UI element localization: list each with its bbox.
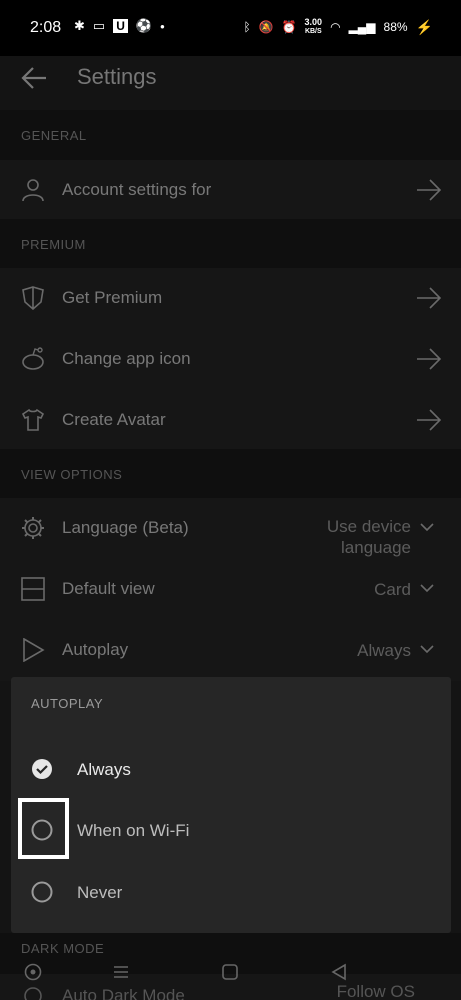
option-always-label: Always bbox=[77, 760, 131, 779]
status-time: 2:08 bbox=[30, 19, 62, 36]
default-view-label: Default view bbox=[62, 579, 155, 598]
radio-unchecked-icon bbox=[31, 881, 53, 903]
notification-icons: ✱ ▭ U ⚽ • bbox=[74, 18, 165, 34]
section-general: GENERAL bbox=[0, 110, 461, 162]
chevron-down-icon bbox=[420, 584, 434, 593]
app-u-icon: U bbox=[113, 19, 128, 33]
language-row[interactable]: Language (Beta) Use device language bbox=[0, 498, 461, 559]
arrow-right-icon bbox=[417, 348, 442, 370]
shield-icon bbox=[22, 286, 44, 310]
option-always[interactable]: Always bbox=[11, 739, 451, 800]
battery-level: 88% bbox=[383, 20, 408, 34]
nav-home-dot-icon[interactable] bbox=[24, 963, 42, 981]
chevron-down-icon bbox=[420, 523, 434, 532]
back-arrow-icon bbox=[21, 67, 46, 89]
page-title: Settings bbox=[77, 64, 157, 89]
default-view-value: Card bbox=[374, 580, 411, 599]
account-settings-label: Account settings for bbox=[62, 180, 212, 199]
arrow-right-icon bbox=[417, 409, 442, 431]
signal-icon: ▂▄▆ bbox=[348, 20, 376, 34]
autoplay-label: Autoplay bbox=[62, 640, 129, 659]
gear-icon bbox=[22, 517, 44, 539]
option-when-on-wifi-label: When on Wi-Fi bbox=[77, 821, 190, 840]
back-button[interactable] bbox=[18, 64, 54, 100]
language-label: Language (Beta) bbox=[62, 518, 189, 537]
network-speed: 3.00 KB/S bbox=[304, 17, 323, 36]
autoplay-row[interactable]: Autoplay Always bbox=[0, 620, 461, 681]
option-when-on-wifi[interactable]: When on Wi-Fi bbox=[11, 800, 451, 861]
default-view-row[interactable]: Default view Card bbox=[0, 559, 461, 620]
charging-icon: ⚡ bbox=[415, 18, 433, 35]
create-avatar-label: Create Avatar bbox=[62, 410, 166, 429]
slack-icon: ✱ bbox=[74, 18, 85, 33]
get-premium-row[interactable]: Get Premium bbox=[0, 268, 461, 329]
play-icon bbox=[23, 638, 45, 662]
section-premium: PREMIUM bbox=[0, 219, 461, 271]
section-dark-mode-label: DARK MODE bbox=[21, 941, 105, 956]
dot-icon: • bbox=[160, 18, 165, 34]
status-bar: 2:08 ✱ ▭ U ⚽ • ᛒ 🔕 ⏰ 3.00 KB/S ◠ ▂▄▆ 88%… bbox=[0, 0, 461, 56]
soccer-icon: ⚽ bbox=[135, 18, 153, 33]
change-app-icon-label: Change app icon bbox=[62, 349, 191, 368]
video-icon: ▭ bbox=[92, 18, 106, 33]
get-premium-label: Get Premium bbox=[62, 288, 163, 307]
arrow-right-icon bbox=[417, 179, 442, 201]
checked-radio-icon bbox=[32, 759, 52, 779]
chevron-down-icon bbox=[420, 645, 434, 654]
section-premium-label: PREMIUM bbox=[21, 237, 86, 252]
wifi-icon: ◠ bbox=[330, 20, 341, 34]
nav-menu-icon[interactable] bbox=[112, 963, 130, 981]
highlight-box bbox=[18, 798, 69, 859]
bluetooth-icon: ᛒ bbox=[243, 20, 251, 34]
mute-icon: 🔕 bbox=[258, 20, 274, 34]
system-nav-bar bbox=[0, 955, 461, 989]
nav-square-icon[interactable] bbox=[221, 963, 239, 981]
section-view-options-label: VIEW OPTIONS bbox=[21, 467, 123, 482]
section-view-options: VIEW OPTIONS bbox=[0, 449, 461, 501]
autoplay-value: Always bbox=[357, 641, 411, 660]
settings-page: Settings GENERAL Account settings for PR… bbox=[0, 56, 461, 1000]
card-view-icon bbox=[21, 577, 45, 601]
reddit-alien-icon bbox=[22, 347, 44, 370]
option-never-label: Never bbox=[77, 883, 123, 902]
change-app-icon-row[interactable]: Change app icon bbox=[0, 329, 461, 390]
tshirt-icon bbox=[21, 408, 45, 431]
alarm-icon: ⏰ bbox=[281, 20, 297, 34]
create-avatar-row[interactable]: Create Avatar bbox=[0, 390, 461, 451]
language-value: Use device language bbox=[326, 517, 411, 557]
system-icons: ᛒ 🔕 ⏰ 3.00 KB/S ◠ ▂▄▆ 88% ⚡ bbox=[243, 18, 433, 36]
option-never[interactable]: Never bbox=[11, 862, 451, 923]
section-general-label: GENERAL bbox=[21, 128, 87, 143]
nav-back-icon[interactable] bbox=[330, 963, 348, 981]
dialog-title: AUTOPLAY bbox=[31, 696, 104, 711]
app-bar: Settings bbox=[0, 56, 461, 116]
account-settings-row[interactable]: Account settings for bbox=[0, 160, 461, 221]
person-icon bbox=[22, 179, 44, 202]
autoplay-dialog: AUTOPLAY Always When on Wi-Fi Never bbox=[11, 677, 451, 933]
arrow-right-icon bbox=[417, 287, 442, 309]
